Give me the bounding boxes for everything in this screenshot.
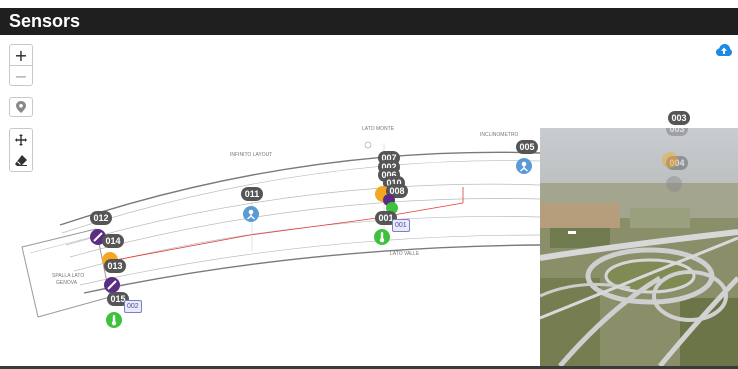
zoom-in-button[interactable]: +	[10, 45, 32, 65]
top-strip	[0, 0, 738, 8]
deck-top-edge	[59, 151, 541, 226]
zoom-out-button[interactable]: −	[10, 65, 32, 86]
plan-text-spalla: SPALLA LATO	[52, 273, 85, 279]
sensor-marker-005[interactable]	[516, 158, 532, 174]
plan-text-inclinometro-b: INCLINOMETRO	[480, 132, 519, 138]
inclinometer-icon	[520, 161, 528, 172]
deck-bottom-inner	[79, 234, 541, 286]
plus-icon: +	[14, 45, 28, 65]
edit-tools	[9, 128, 33, 172]
move-icon	[15, 133, 27, 146]
plan-text-inclinometro-a: INFINITO LAYOUT	[230, 152, 273, 158]
plan-text-lato-valle: LATO VALLE	[390, 251, 420, 257]
sensor-label-013[interactable]: 013	[104, 259, 126, 273]
sensor-label-005[interactable]: 005	[516, 140, 538, 154]
minus-icon: −	[14, 66, 28, 86]
app-header: Sensors	[0, 8, 738, 35]
sensor-label-011[interactable]: 011	[241, 187, 263, 201]
sensor-label-014[interactable]: 014	[102, 234, 124, 248]
page-title: Sensors	[9, 11, 81, 31]
aerial-photo: 003 004	[540, 128, 738, 366]
sensor-label-003[interactable]: 003	[668, 111, 690, 125]
locate-button[interactable]	[9, 97, 33, 117]
photo-sensor-marker	[662, 152, 678, 168]
eraser-icon	[15, 155, 27, 166]
map-pin-icon	[16, 101, 26, 113]
cloud-upload-icon[interactable]	[716, 44, 732, 58]
photo-sensor-label-003-ghost: 003	[666, 128, 688, 136]
crack-gauge-icon	[107, 280, 117, 290]
sensor-marker-011[interactable]	[243, 206, 259, 222]
sensor-tag-002[interactable]: 002	[124, 300, 142, 313]
photo-sensor-marker-2	[666, 176, 682, 192]
sensor-marker-001[interactable]	[374, 229, 390, 245]
sensor-marker-015-purple[interactable]	[104, 277, 120, 293]
sensor-label-012[interactable]: 012	[90, 211, 112, 225]
sensor-tag-001[interactable]: 001	[392, 219, 410, 232]
inclinometer-icon	[247, 209, 255, 220]
aerial-photo-image	[540, 128, 738, 366]
abutment-inner	[29, 236, 93, 254]
thermometer-icon	[379, 232, 385, 243]
move-button[interactable]	[10, 129, 32, 150]
plan-text-lato-monte: LATO MONTE	[362, 126, 395, 132]
erase-button[interactable]	[10, 150, 32, 171]
deck-top-inner	[61, 160, 541, 234]
plan-text-spalla-2: GENOVA	[56, 280, 78, 286]
thermometer-icon	[111, 315, 117, 326]
zoom-control: + −	[9, 44, 33, 86]
sensor-marker-015-green[interactable]	[106, 312, 122, 328]
